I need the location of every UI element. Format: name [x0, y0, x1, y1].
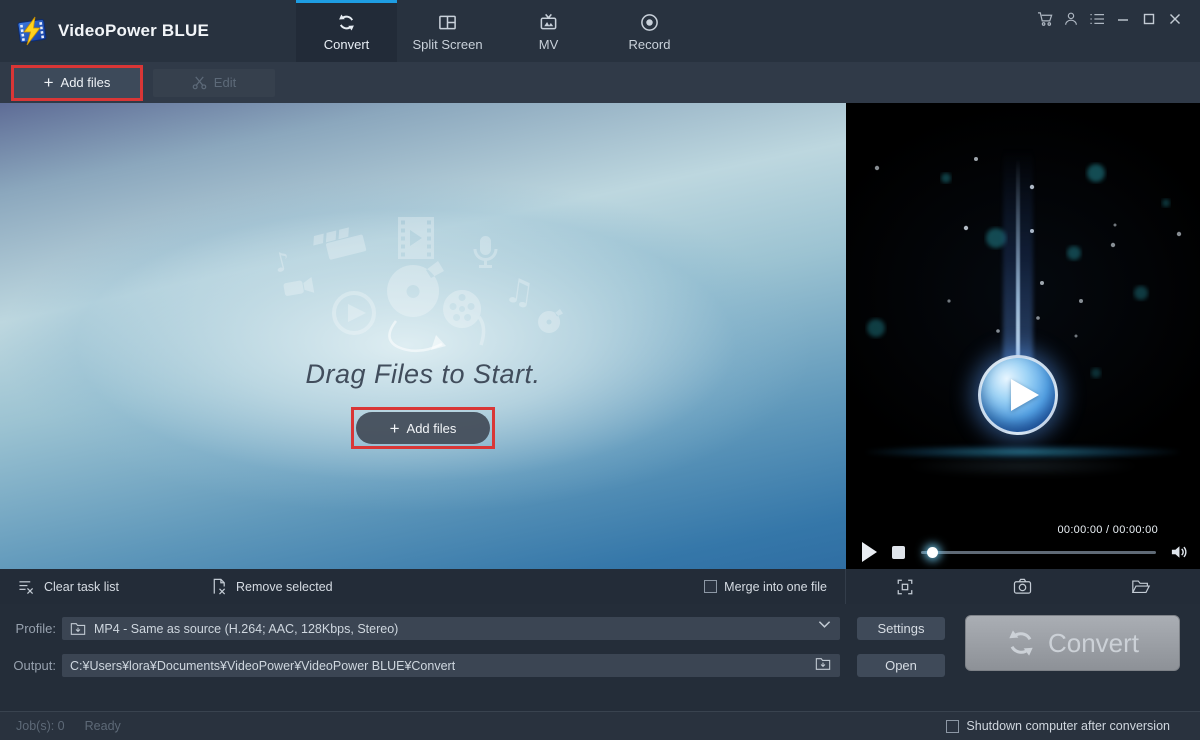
player-tool-icons — [846, 578, 1200, 596]
settings-panel: Profile: MP4 - Same as source (H.264; AA… — [0, 604, 1200, 711]
center-add-files-annotation: + Add files — [351, 407, 495, 449]
chevron-down-icon — [818, 620, 831, 629]
folder-down-icon — [815, 657, 831, 671]
folder-open-icon — [1131, 578, 1151, 595]
center-add-files-button[interactable]: + Add files — [356, 412, 490, 444]
record-icon — [640, 13, 659, 32]
profile-dropdown-arrow[interactable] — [818, 620, 831, 629]
tab-record-label: Record — [629, 37, 671, 52]
fullscreen-icon — [896, 578, 914, 596]
open-output-folder-button[interactable] — [1131, 578, 1151, 595]
tab-convert[interactable]: Convert — [296, 0, 397, 62]
plus-icon: + — [390, 420, 400, 437]
play-triangle-icon — [1011, 379, 1039, 411]
maximize-icon[interactable] — [1136, 7, 1162, 31]
clear-task-list-button[interactable]: Clear task list — [18, 579, 119, 595]
menu-icon[interactable] — [1084, 7, 1110, 31]
svg-text:♪: ♪ — [271, 246, 294, 279]
app-window: VideoPower BLUE Convert — [0, 0, 1200, 740]
app-logo-icon — [16, 16, 48, 46]
task-actions: Clear task list Remove selected — [0, 578, 333, 595]
seek-thumb[interactable] — [927, 547, 938, 558]
profile-value: MP4 - Same as source (H.264; AAC, 128Kbp… — [94, 622, 398, 636]
shutdown-checkbox-box[interactable] — [946, 720, 959, 733]
settings-button[interactable]: Settings — [857, 617, 945, 640]
profile-select[interactable]: MP4 - Same as source (H.264; AAC, 128Kbp… — [62, 617, 840, 640]
snapshot-button[interactable] — [1013, 578, 1032, 595]
drag-files-text: Drag Files to Start. — [0, 359, 846, 390]
user-icon[interactable] — [1058, 7, 1084, 31]
center-add-files-label: Add files — [407, 421, 457, 436]
main-tabs: Convert Split Screen — [296, 0, 700, 62]
scissors-icon — [192, 75, 207, 90]
title-bar: VideoPower BLUE Convert — [0, 0, 1200, 62]
convert-icon — [337, 13, 356, 32]
remove-file-icon — [211, 578, 227, 595]
seek-track — [921, 551, 1156, 554]
app-title: VideoPower BLUE — [58, 21, 209, 41]
add-files-annotation: + Add files — [11, 65, 143, 101]
play-button[interactable] — [862, 542, 877, 562]
browse-output-button[interactable] — [815, 657, 831, 671]
window-controls — [1032, 7, 1188, 31]
tab-mv[interactable]: MV — [498, 0, 599, 62]
remove-selected-button[interactable]: Remove selected — [211, 578, 333, 595]
drop-zone[interactable]: ♪ — [0, 103, 846, 569]
content-area: ♪ — [0, 103, 1200, 569]
add-files-label: Add files — [61, 75, 111, 90]
clear-list-icon — [18, 579, 35, 595]
tab-split-screen[interactable]: Split Screen — [397, 0, 498, 62]
player-controls: 00:00:00 / 00:00:00 — [846, 521, 1200, 569]
add-files-button[interactable]: + Add files — [14, 68, 140, 98]
status-bar: Job(s): 0 Ready Shutdown computer after … — [0, 711, 1200, 740]
profile-folder-icon — [70, 622, 86, 636]
tab-split-screen-label: Split Screen — [412, 37, 482, 52]
output-label: Output: — [0, 658, 56, 673]
seek-slider[interactable] — [921, 546, 1156, 558]
jobs-count: Job(s): 0 — [16, 719, 65, 733]
tab-convert-label: Convert — [324, 37, 370, 52]
edit-label: Edit — [214, 75, 236, 90]
time-display: 00:00:00 / 00:00:00 — [1057, 524, 1158, 536]
svg-text:♫: ♫ — [501, 270, 537, 314]
convert-button-label: Convert — [1048, 628, 1139, 659]
profile-label: Profile: — [0, 621, 56, 636]
edit-button[interactable]: Edit — [153, 69, 275, 97]
camera-icon — [1013, 578, 1032, 595]
remove-selected-label: Remove selected — [236, 580, 333, 594]
task-bar: Clear task list Remove selected Merge in… — [0, 569, 1200, 604]
minimize-icon[interactable] — [1110, 7, 1136, 31]
open-button[interactable]: Open — [857, 654, 945, 677]
stop-button[interactable] — [892, 546, 905, 559]
fullscreen-button[interactable] — [896, 578, 914, 596]
reflection — [906, 455, 1140, 477]
plus-icon: + — [44, 74, 54, 91]
tab-mv-label: MV — [539, 37, 559, 52]
cart-icon[interactable] — [1032, 7, 1058, 31]
convert-button[interactable]: Convert — [965, 615, 1180, 671]
toolbar: + Add files Edit — [0, 62, 1200, 103]
split-screen-icon — [438, 13, 457, 32]
merge-checkbox-box[interactable] — [704, 580, 717, 593]
clear-task-list-label: Clear task list — [44, 580, 119, 594]
volume-icon[interactable] — [1170, 544, 1188, 560]
ready-status: Ready — [85, 719, 121, 733]
media-icons-cluster: ♪ — [268, 203, 568, 373]
close-icon[interactable] — [1162, 7, 1188, 31]
output-path-field[interactable]: C:¥Users¥lora¥Documents¥VideoPower¥Video… — [62, 654, 840, 677]
mv-icon — [539, 13, 558, 32]
merge-into-one-file-checkbox[interactable]: Merge into one file — [704, 580, 827, 594]
merge-label: Merge into one file — [724, 580, 827, 594]
shutdown-label: Shutdown computer after conversion — [966, 719, 1170, 733]
output-path-value: C:¥Users¥lora¥Documents¥VideoPower¥Video… — [70, 659, 455, 673]
shutdown-after-conversion-checkbox[interactable]: Shutdown computer after conversion — [946, 719, 1170, 733]
preview-player: 00:00:00 / 00:00:00 — [846, 103, 1200, 569]
video-preview[interactable] — [846, 103, 1200, 521]
preview-play-button[interactable] — [978, 355, 1058, 435]
convert-sync-icon — [1006, 628, 1036, 658]
tab-record[interactable]: Record — [599, 0, 700, 62]
